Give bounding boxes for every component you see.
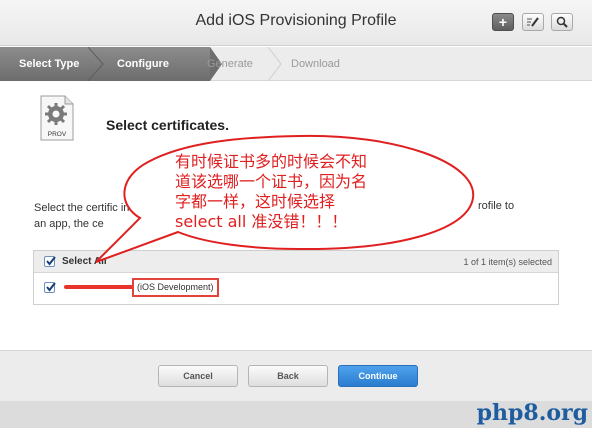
watermark: php8.org [476, 400, 588, 426]
callout-line-3: 字都一样，这时候选择 [175, 192, 336, 211]
callout-line-1: 有时候证书多的时候会不知 [175, 152, 368, 171]
callout-line-2: 道该选哪一个证书，因为名 [175, 172, 368, 191]
callout-text: 有时候证书多的时候会不知 道该选哪一个证书，因为名 字都一样，这时候选择 sel… [175, 152, 430, 232]
callout-line-4: select all 准没错！！！ [175, 212, 348, 231]
